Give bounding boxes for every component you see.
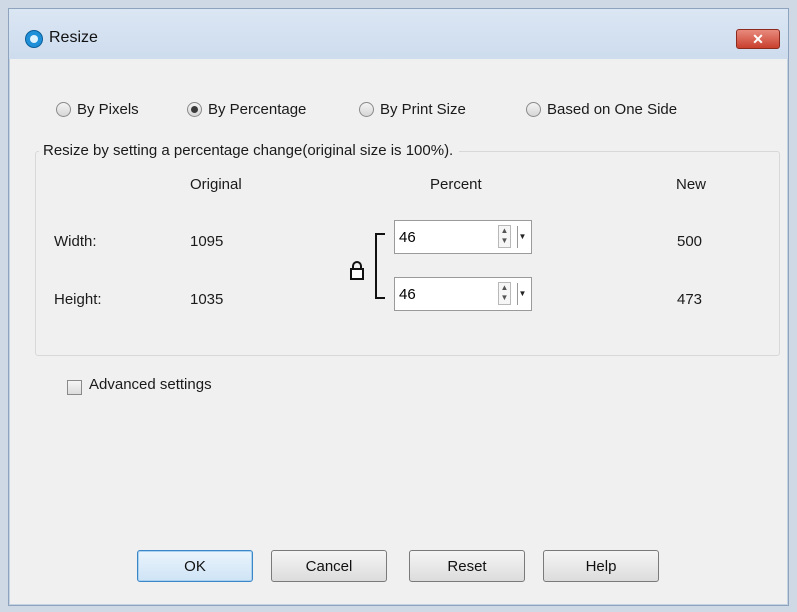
width-new-value: 500 xyxy=(677,233,703,250)
mode-based-on-one-side[interactable]: Based on One Side xyxy=(526,101,677,118)
mode-by-percentage[interactable]: By Percentage xyxy=(187,101,306,118)
height-percent-spinner[interactable]: ▲▼ ▼ xyxy=(394,277,532,311)
width-dropdown-icon[interactable]: ▼ xyxy=(517,226,527,248)
mode-by-pixels[interactable]: By Pixels xyxy=(56,101,139,118)
width-spin-arrows-icon[interactable]: ▲ ▼ xyxy=(498,225,511,248)
header-original: Original xyxy=(190,176,242,193)
reset-button[interactable]: Reset xyxy=(409,550,525,582)
aspect-bracket-top xyxy=(375,233,385,235)
mode-based-on-one-side-label: Based on One Side xyxy=(547,101,678,118)
advanced-settings-checkbox[interactable] xyxy=(67,380,82,395)
height-spin-arrows-icon[interactable]: ▲ ▼ xyxy=(498,282,511,305)
help-button[interactable]: Help xyxy=(543,550,659,582)
cancel-button[interactable]: Cancel xyxy=(271,550,387,582)
height-original-value: 1035 xyxy=(190,291,224,308)
width-original-value: 1095 xyxy=(190,233,224,250)
mode-by-print-size[interactable]: By Print Size xyxy=(359,101,466,118)
height-percent-input[interactable] xyxy=(399,282,491,306)
advanced-settings-label[interactable]: Advanced settings xyxy=(89,376,212,393)
header-new: New xyxy=(676,176,707,193)
width-percent-spinner[interactable]: ▲▼ ▼ xyxy=(394,220,532,254)
resize-dialog: Resize ✕ By Pixels By Percentage By Prin… xyxy=(8,8,789,606)
app-icon xyxy=(25,30,43,48)
width-label: Width: xyxy=(54,233,97,250)
height-new-value: 473 xyxy=(677,291,703,308)
header-percent: Percent xyxy=(430,176,482,193)
title-bar: Resize ✕ xyxy=(9,9,788,59)
mode-by-percentage-label: By Percentage xyxy=(208,101,307,118)
window-title: Resize xyxy=(49,29,98,46)
height-dropdown-icon[interactable]: ▼ xyxy=(517,283,527,305)
ok-button[interactable]: OK xyxy=(137,550,253,582)
mode-by-print-size-label: By Print Size xyxy=(380,101,466,118)
radio-by-print-size[interactable] xyxy=(359,102,374,117)
group-legend: Resize by setting a percentage change(or… xyxy=(39,142,460,159)
radio-by-pixels[interactable] xyxy=(56,102,71,117)
mode-by-pixels-label: By Pixels xyxy=(77,101,139,118)
radio-by-percentage[interactable] xyxy=(187,102,202,117)
lock-aspect-icon[interactable] xyxy=(349,260,365,280)
close-button[interactable]: ✕ xyxy=(736,29,780,49)
aspect-bracket xyxy=(375,233,377,299)
aspect-bracket-bottom xyxy=(375,297,385,299)
width-percent-input[interactable] xyxy=(399,225,491,249)
radio-based-on-one-side[interactable] xyxy=(526,102,541,117)
height-label: Height: xyxy=(54,291,102,308)
